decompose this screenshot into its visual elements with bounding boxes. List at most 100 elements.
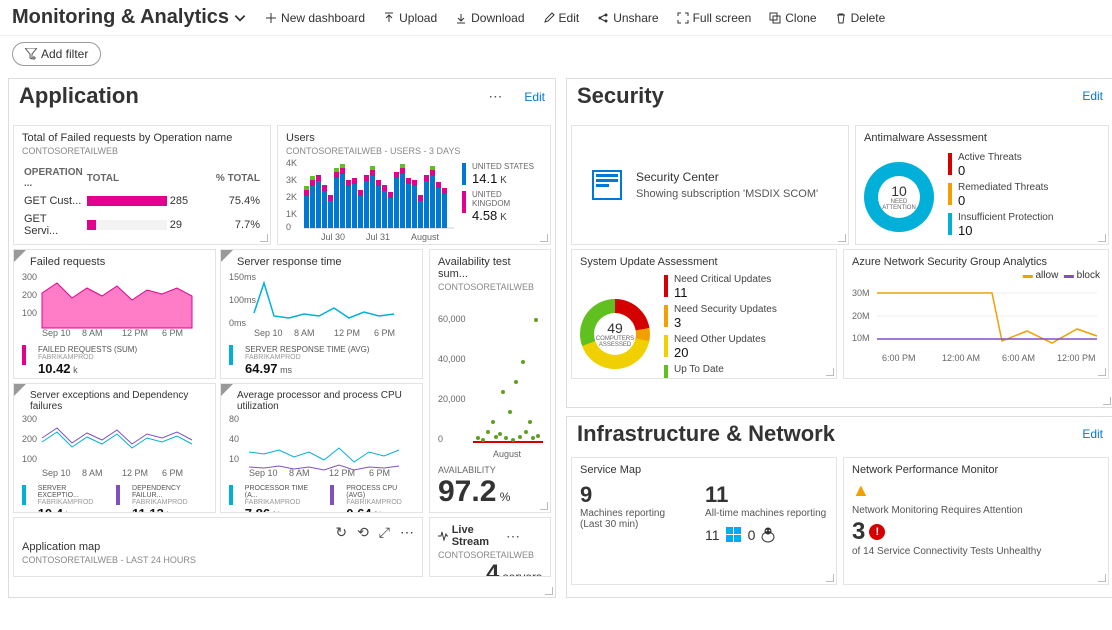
svg-text:8 AM: 8 AM (289, 468, 310, 478)
app-map-tile[interactable]: ↻ ⟲ ⤢ ⋯ Application map CONTOSORETAILWEB… (13, 517, 423, 577)
infrastructure-heading: Infrastructure & Network (577, 421, 835, 447)
svg-text:12 PM: 12 PM (329, 468, 355, 478)
resize-handle[interactable] (540, 234, 548, 242)
svg-text:0: 0 (286, 222, 291, 232)
svg-text:12:00 PM: 12:00 PM (1057, 353, 1096, 363)
new-dashboard-button[interactable]: New dashboard (265, 11, 365, 25)
svg-text:6:00 PM: 6:00 PM (882, 353, 916, 363)
live-value: 4 (486, 560, 499, 577)
more-icon[interactable]: ⋯ (506, 528, 542, 545)
stat-sub: FABRIKAMPROD (346, 499, 414, 506)
exceptions-line-chart: 300200100 Sep 108 AM12 PM6 PM (22, 412, 202, 478)
edit-button[interactable]: Edit (543, 11, 580, 25)
label: Unshare (613, 11, 658, 25)
label: Edit (559, 11, 580, 25)
stat-value: 10.42 (38, 361, 71, 376)
mini-cpu-tile[interactable]: Average processor and process CPU utiliz… (220, 383, 423, 513)
refresh-icon[interactable]: ↻ (335, 524, 347, 541)
npm-value: 3 (852, 518, 865, 546)
antimalware-tile[interactable]: Antimalware Assessment 10NEED ATTENTION … (855, 125, 1109, 245)
resize-handle[interactable] (1098, 234, 1106, 242)
stat-sub: FABRIKAMPROD (38, 354, 137, 361)
users-tile[interactable]: Users CONTOSORETAILWEB - USERS - 3 DAYS … (277, 125, 551, 245)
upload-icon (383, 12, 395, 24)
donut-value: 49 (607, 320, 623, 336)
right-column: Security Edit Security Center Showing su… (566, 78, 1112, 598)
tile-title: Users (286, 132, 542, 144)
tile-title: Live Stream (452, 524, 502, 548)
add-filter-button[interactable]: Add filter (12, 42, 101, 66)
mini-failed-requests-tile[interactable]: Failed requests 300200100 Sep 108 AM12 P… (13, 249, 216, 379)
security-edit-link[interactable]: Edit (1082, 89, 1103, 103)
table-row[interactable]: GET Servi... 29 7.7% (22, 210, 262, 240)
stat-label: PROCESSOR TIME (A... (245, 485, 319, 499)
clone-button[interactable]: Clone (769, 11, 816, 25)
svg-text:August: August (411, 232, 440, 242)
svg-text:0: 0 (438, 434, 443, 444)
svg-text:12 PM: 12 PM (334, 328, 360, 338)
resize-handle[interactable] (838, 234, 846, 242)
live-stream-tile[interactable]: Live Stream ⋯ CONTOSORETAILWEB 4 servers (429, 517, 551, 577)
more-icon[interactable]: ⋯ (400, 524, 414, 541)
table-header: OPERATION ... TOTAL % TOTAL (22, 164, 262, 192)
security-center-tile[interactable]: Security Center Showing subscription 'MS… (571, 125, 849, 245)
tile-title: Server response time (229, 256, 414, 268)
chevron-down-icon (233, 11, 247, 25)
unit: ms (280, 365, 292, 375)
system-update-tile[interactable]: System Update Assessment 49COMPUTERS ASS… (571, 249, 837, 379)
svg-text:1K: 1K (286, 209, 297, 219)
unshare-button[interactable]: Unshare (597, 11, 658, 25)
availability-value: 97.2 (438, 475, 496, 508)
cell-pct: 7.7% (206, 210, 262, 240)
resize-handle[interactable] (545, 587, 553, 595)
failed-requests-tile[interactable]: Total of Failed requests by Operation na… (13, 125, 271, 245)
nsg-line-chart: 30M 20M 10M 6:00 PM 12:00 AM 6:00 AM 12:… (852, 281, 1102, 367)
stat-label: SERVER EXCEPTIO... (38, 485, 105, 499)
col-pct: % TOTAL (206, 164, 262, 192)
filter-bar: Add filter (0, 36, 1112, 78)
download-button[interactable]: Download (455, 11, 524, 25)
unit: % (500, 490, 511, 504)
tile-title: Security Center (636, 170, 818, 184)
legend-value: 0 (958, 193, 1048, 208)
antimalware-donut: 10NEED ATTENTION (864, 162, 934, 232)
more-icon[interactable]: ⋯ (488, 88, 524, 104)
fullscreen-button[interactable]: Full screen (677, 11, 752, 25)
cell-op: GET Cust... (22, 192, 85, 210)
application-edit-link[interactable]: Edit (524, 90, 545, 104)
service-map-tile[interactable]: Service Map 9 Machines reporting (Last 3… (571, 457, 837, 585)
donut-label: COMPUTERS ASSESSED (594, 336, 636, 348)
unit: servers (503, 570, 542, 577)
table-row[interactable]: GET Cust... 285 75.4% (22, 192, 262, 210)
tile-title: Network Performance Monitor (852, 464, 1100, 476)
dashboard-title[interactable]: Monitoring & Analytics (12, 6, 247, 29)
resize-handle[interactable] (260, 234, 268, 242)
trash-icon (835, 12, 847, 24)
resize-handle[interactable] (826, 368, 834, 376)
mini-response-time-tile[interactable]: Server response time 150ms100ms0ms Sep 1… (220, 249, 423, 379)
stat-value: 10.4 (38, 506, 63, 513)
resize-handle[interactable] (1098, 574, 1106, 582)
cell-pct: 75.4% (206, 192, 262, 210)
svg-text:4K: 4K (286, 158, 297, 168)
mini-exceptions-tile[interactable]: Server exceptions and Dependency failure… (13, 383, 216, 513)
donut-label: NEED ATTENTION (878, 199, 920, 211)
svg-text:Jul 30: Jul 30 (321, 232, 345, 242)
availability-tile[interactable]: Availability test sum... CONTOSORETAILWE… (429, 249, 551, 513)
upload-button[interactable]: Upload (383, 11, 437, 25)
svg-text:8 AM: 8 AM (294, 328, 315, 338)
unit: k (166, 510, 171, 513)
reset-icon[interactable]: ⟲ (357, 524, 369, 541)
svg-text:200: 200 (22, 434, 37, 444)
resize-handle[interactable] (1098, 368, 1106, 376)
npm-tile[interactable]: Network Performance Monitor ▲ Network Mo… (843, 457, 1109, 585)
dashboard-toolbar: Monitoring & Analytics New dashboard Upl… (0, 0, 1112, 36)
nsg-analytics-tile[interactable]: Azure Network Security Group Analytics ▬… (843, 249, 1109, 379)
infrastructure-edit-link[interactable]: Edit (1082, 427, 1103, 441)
legend-label: Need Security Updates (674, 304, 777, 315)
resize-handle[interactable] (826, 574, 834, 582)
resize-handle[interactable] (540, 502, 548, 510)
resize-handle[interactable] (1103, 397, 1111, 405)
delete-button[interactable]: Delete (835, 11, 886, 25)
expand-icon[interactable]: ⤢ (379, 524, 390, 541)
